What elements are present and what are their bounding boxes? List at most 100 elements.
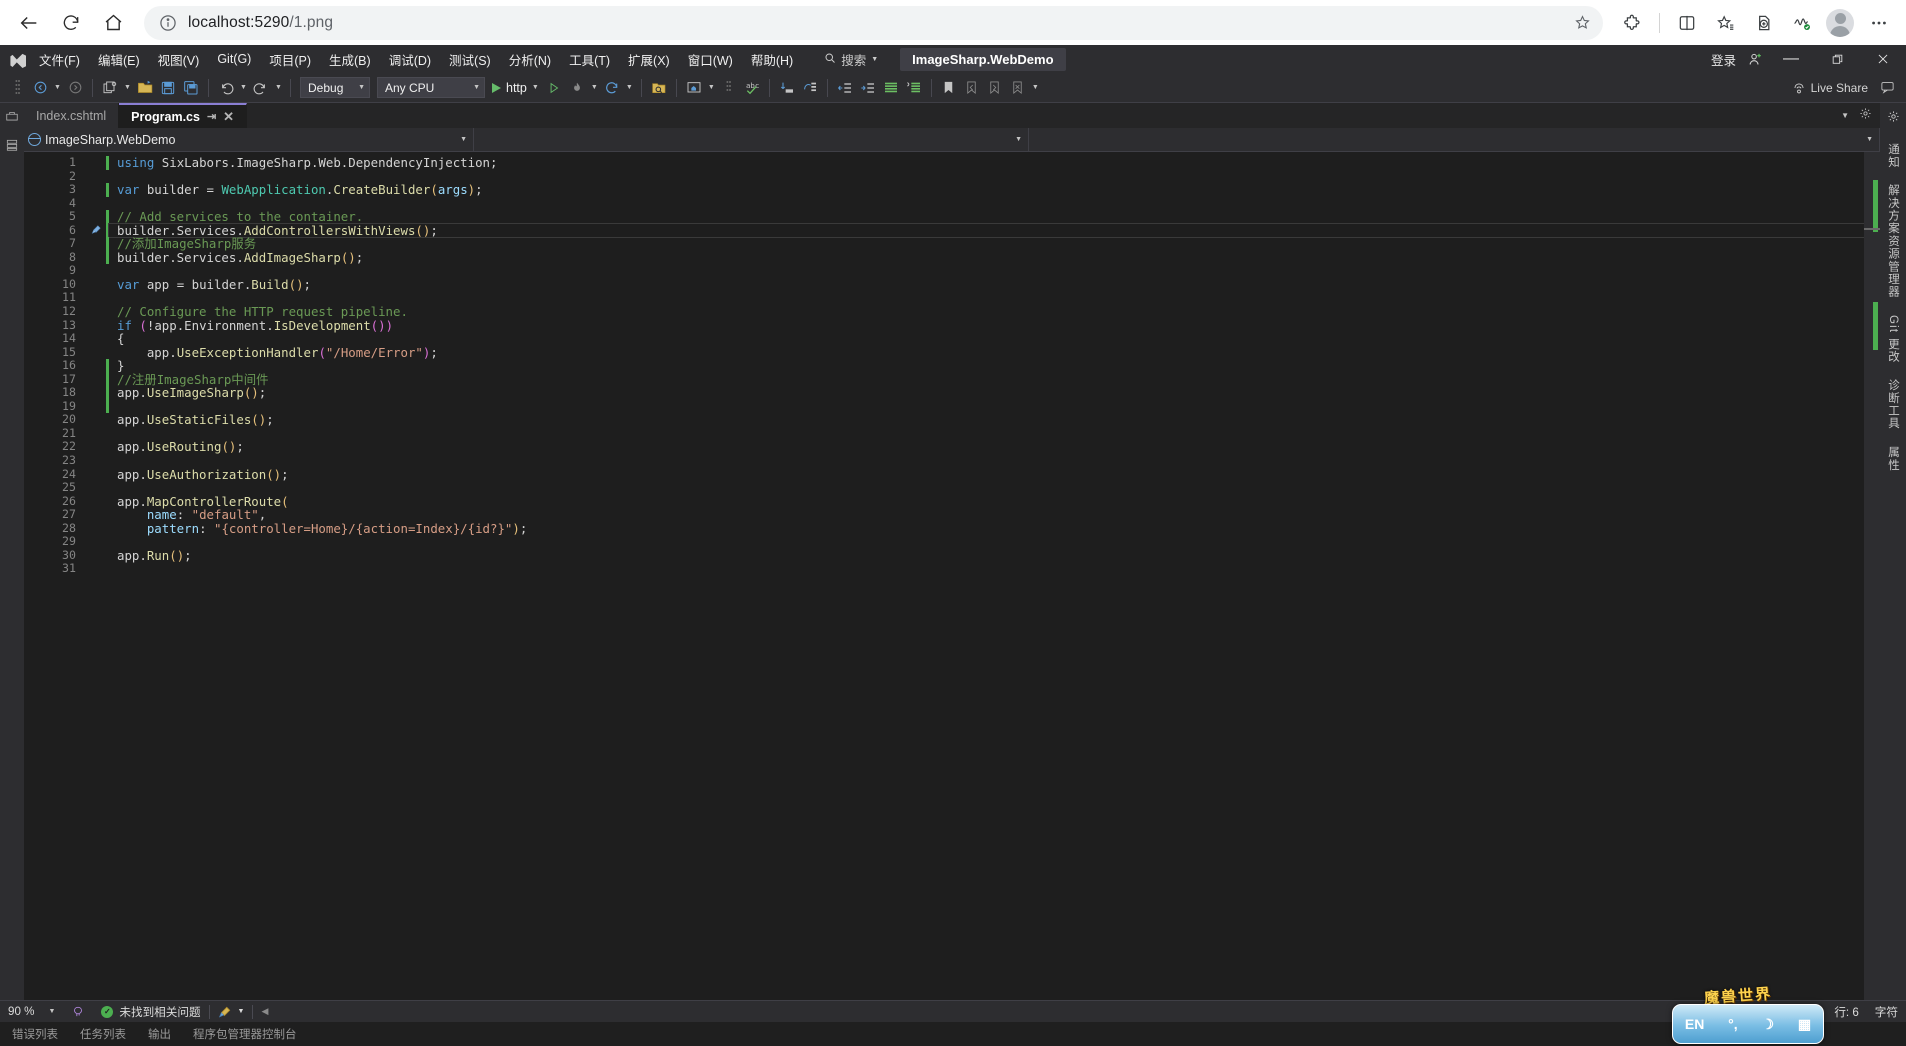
- code-line[interactable]: 7 //添加ImageSharp服务: [38, 237, 1864, 251]
- server-explorer-icon[interactable]: [5, 138, 19, 157]
- menu-edit[interactable]: 编辑(E): [89, 45, 149, 74]
- previous-bookmark-icon[interactable]: [961, 76, 983, 100]
- collections-icon[interactable]: [1708, 6, 1742, 40]
- code-line[interactable]: 17 //注册ImageSharp中间件: [38, 372, 1864, 387]
- vs-search-box[interactable]: 搜索 ▼: [824, 50, 878, 69]
- code-line-text[interactable]: builder.Services.AddControllersWithViews…: [108, 222, 1864, 239]
- code-line[interactable]: 28 pattern: "{controller=Home}/{action=I…: [38, 521, 1864, 536]
- code-line-text[interactable]: if (!app.Environment.IsDevelopment()): [109, 318, 1864, 333]
- new-project-icon[interactable]: [99, 76, 121, 100]
- rail-tab-solution-explorer[interactable]: 解决方案资源管理器: [1883, 177, 1903, 305]
- menu-help[interactable]: 帮助(H): [742, 45, 802, 74]
- code-line-text[interactable]: //添加ImageSharp服务: [109, 237, 1864, 251]
- code-line[interactable]: 19: [38, 399, 1864, 414]
- code-line[interactable]: 15 app.UseExceptionHandler("/Home/Error"…: [38, 345, 1864, 360]
- code-scroll-region[interactable]: 1 using SixLabors.ImageSharp.Web.Dependen…: [38, 152, 1864, 1000]
- code-line-text[interactable]: [109, 427, 1864, 441]
- clear-bookmarks-icon[interactable]: [1007, 76, 1029, 100]
- menu-file[interactable]: 文件(F): [30, 45, 89, 74]
- outdent-icon[interactable]: [834, 76, 856, 100]
- editor-settings-gear-icon[interactable]: [1859, 107, 1872, 125]
- search-in-folder-icon[interactable]: [648, 76, 670, 100]
- build-configuration-combo[interactable]: Debug ▼: [300, 77, 370, 98]
- code-line[interactable]: 6 builder.Services.AddControllersWithView…: [38, 222, 1864, 239]
- navbar-project-dropdown[interactable]: ImageSharp.WebDemo ▼: [24, 128, 474, 151]
- code-line[interactable]: 18 app.UseImageSharp();: [38, 386, 1864, 400]
- code-line-text[interactable]: [109, 197, 1864, 211]
- code-line-text[interactable]: app.Run();: [109, 549, 1864, 563]
- start-debugging-button[interactable]: http ▼: [489, 81, 542, 95]
- feedback-icon[interactable]: [1876, 76, 1898, 100]
- add-account-icon[interactable]: [1742, 46, 1768, 72]
- refresh-dropdown-icon[interactable]: ▼: [624, 76, 635, 100]
- menu-extensions[interactable]: 扩展(X): [619, 45, 679, 74]
- menu-analyze[interactable]: 分析(N): [500, 45, 560, 74]
- start-without-debugging-icon[interactable]: [543, 76, 565, 100]
- spell-check-icon[interactable]: abc: [741, 76, 763, 100]
- navbar-member-dropdown[interactable]: ▼: [1029, 128, 1880, 151]
- code-line[interactable]: 5 // Add services to the container.: [38, 210, 1864, 224]
- toolbox-icon[interactable]: [5, 109, 19, 128]
- code-line[interactable]: 20 app.UseStaticFiles();: [38, 413, 1864, 427]
- bottom-tab-error-list[interactable]: 错误列表: [12, 1026, 58, 1042]
- code-line-text[interactable]: }: [109, 359, 1864, 373]
- code-line-text[interactable]: //注册ImageSharp中间件: [109, 372, 1864, 387]
- restore-button[interactable]: [1814, 45, 1860, 73]
- code-line[interactable]: 8 builder.Services.AddImageSharp();: [38, 250, 1864, 265]
- navbar-type-dropdown[interactable]: ▼: [474, 128, 1029, 151]
- code-line[interactable]: 29: [38, 535, 1864, 549]
- menu-test[interactable]: 测试(S): [440, 45, 500, 74]
- code-line-text[interactable]: [109, 562, 1864, 576]
- code-line[interactable]: 26 app.MapControllerRoute(: [38, 494, 1864, 509]
- code-line[interactable]: 31: [38, 562, 1864, 576]
- rail-tab-diagnostic-tools[interactable]: 诊断工具: [1883, 372, 1903, 437]
- code-line[interactable]: 3 var builder = WebApplication.CreateBuil…: [38, 183, 1864, 197]
- ime-moon-icon[interactable]: ☽: [1761, 1016, 1774, 1033]
- close-tab-icon[interactable]: ✕: [223, 109, 234, 125]
- sign-in-label[interactable]: 登录: [1705, 50, 1742, 69]
- code-line[interactable]: 2: [38, 169, 1864, 184]
- rail-tab-notifications[interactable]: 通知: [1883, 136, 1903, 175]
- ime-punctuation-icon[interactable]: °,: [1728, 1016, 1738, 1032]
- statusbar-scroll-left-icon[interactable]: ◀: [253, 1001, 276, 1022]
- toggle-bookmark-icon[interactable]: [938, 76, 960, 100]
- code-line[interactable]: 9: [38, 264, 1864, 278]
- code-line[interactable]: 11: [38, 291, 1864, 305]
- code-line[interactable]: 14 {: [38, 332, 1864, 346]
- live-share-button[interactable]: Live Share: [1792, 81, 1868, 95]
- browser-essentials-icon[interactable]: [1784, 6, 1818, 40]
- code-line[interactable]: 21: [38, 426, 1864, 441]
- code-line-text[interactable]: [109, 535, 1864, 549]
- navigate-forward-icon[interactable]: [64, 76, 86, 100]
- favorite-star-icon[interactable]: [1567, 8, 1597, 38]
- code-line-text[interactable]: app.UseStaticFiles();: [109, 413, 1864, 427]
- hot-reload-icon[interactable]: [566, 76, 588, 100]
- code-line-text[interactable]: app.UseExceptionHandler("/Home/Error");: [109, 345, 1864, 360]
- code-line[interactable]: 1 using SixLabors.ImageSharp.Web.Dependen…: [38, 155, 1864, 170]
- code-cleanup-button[interactable]: ▼: [210, 1001, 253, 1022]
- code-line[interactable]: 30 app.Run();: [38, 548, 1864, 563]
- code-line[interactable]: 27 name: "default",: [38, 508, 1864, 522]
- code-line-text[interactable]: [109, 170, 1864, 184]
- next-bookmark-icon[interactable]: [984, 76, 1006, 100]
- comment-icon[interactable]: [880, 76, 902, 100]
- indent-icon[interactable]: [857, 76, 879, 100]
- code-line-text[interactable]: [109, 400, 1864, 414]
- code-line[interactable]: 25: [38, 481, 1864, 495]
- chevron-down-icon[interactable]: ▼: [871, 56, 878, 63]
- uncomment-icon[interactable]: [903, 76, 925, 100]
- rail-tab-git-changes[interactable]: Git 更改: [1883, 308, 1903, 370]
- toolbar-overflow-icon[interactable]: ▼: [1030, 76, 1041, 100]
- profile-avatar-icon[interactable]: [1826, 8, 1854, 37]
- code-line-text[interactable]: app.UseImageSharp();: [109, 386, 1864, 400]
- code-line-text[interactable]: app.UseAuthorization();: [109, 467, 1864, 482]
- rail-settings-gear-icon[interactable]: [1887, 107, 1900, 134]
- menu-tools[interactable]: 工具(T): [560, 45, 619, 74]
- split-screen-icon[interactable]: [1670, 6, 1704, 40]
- ime-keyboard-icon[interactable]: ▦: [1798, 1016, 1811, 1033]
- tab-program-cs[interactable]: Program.cs ⇥ ✕: [119, 103, 248, 128]
- code-line[interactable]: 24 app.UseAuthorization();: [38, 467, 1864, 482]
- solution-explorer-dropdown-icon[interactable]: ▼: [706, 76, 717, 100]
- add-to-collection-icon[interactable]: [1746, 6, 1780, 40]
- info-circle-icon[interactable]: [158, 13, 178, 33]
